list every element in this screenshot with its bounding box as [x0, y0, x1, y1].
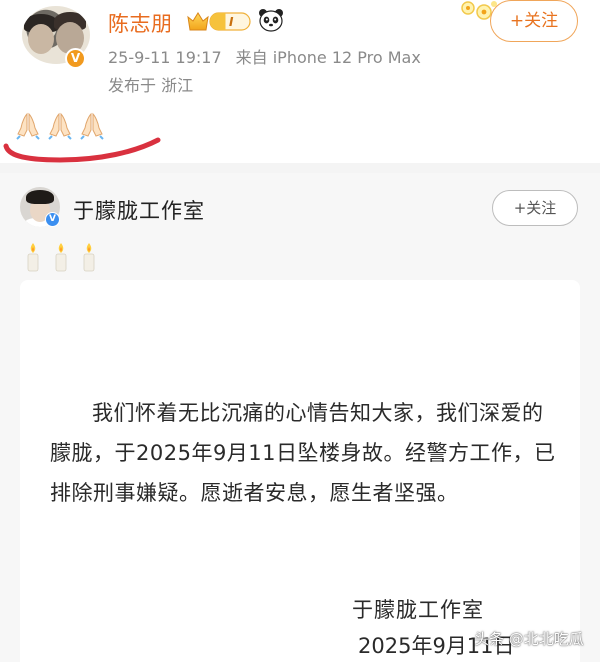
post-location: 发布于 浙江 [108, 76, 194, 95]
verified-badge-icon: V [65, 48, 86, 69]
statement-body: 我们怀着无比沉痛的心情告知大家，我们深爱的朦胧，于2025年9月11日坠楼身故。… [50, 401, 556, 505]
divider [0, 163, 600, 173]
statement-image[interactable]: 我们怀着无比沉痛的心情告知大家，我们深爱的朦胧，于2025年9月11日坠楼身故。… [20, 280, 580, 662]
username[interactable]: 陈志朋 [108, 8, 173, 38]
vip-level-badge-icon[interactable]: I [186, 9, 252, 33]
repost-follow-button[interactable]: +关注 [492, 190, 578, 226]
post-header: V 陈志朋 I 25-9-11 19:17 来自 iPhone 12 Pro Ma… [0, 0, 600, 163]
candle-icon [83, 243, 95, 272]
follow-button[interactable]: +关注 [490, 0, 578, 42]
vip-level-label: I [229, 15, 234, 29]
verified-badge-icon: V [45, 212, 60, 227]
repost-text [26, 242, 96, 274]
panda-icon [259, 9, 283, 32]
candle-icon [27, 243, 39, 272]
red-underline-annotation [3, 137, 161, 163]
repost-username[interactable]: 于朦胧工作室 [73, 195, 205, 225]
post-meta: 25-9-11 19:17 来自 iPhone 12 Pro Max [108, 44, 421, 68]
repost-card[interactable]: V 于朦胧工作室 +关注 我们怀着无比沉痛的心情告知大家，我们深爱的朦胧，于20… [0, 173, 600, 662]
candle-icon [55, 243, 67, 272]
watermark: 头条 @北北吃瓜 [474, 630, 584, 648]
statement-signature-name: 于朦胧工作室 [352, 598, 484, 622]
post-timestamp: 25-9-11 19:17 [108, 48, 222, 67]
post-source: 来自 iPhone 12 Pro Max [235, 48, 421, 67]
